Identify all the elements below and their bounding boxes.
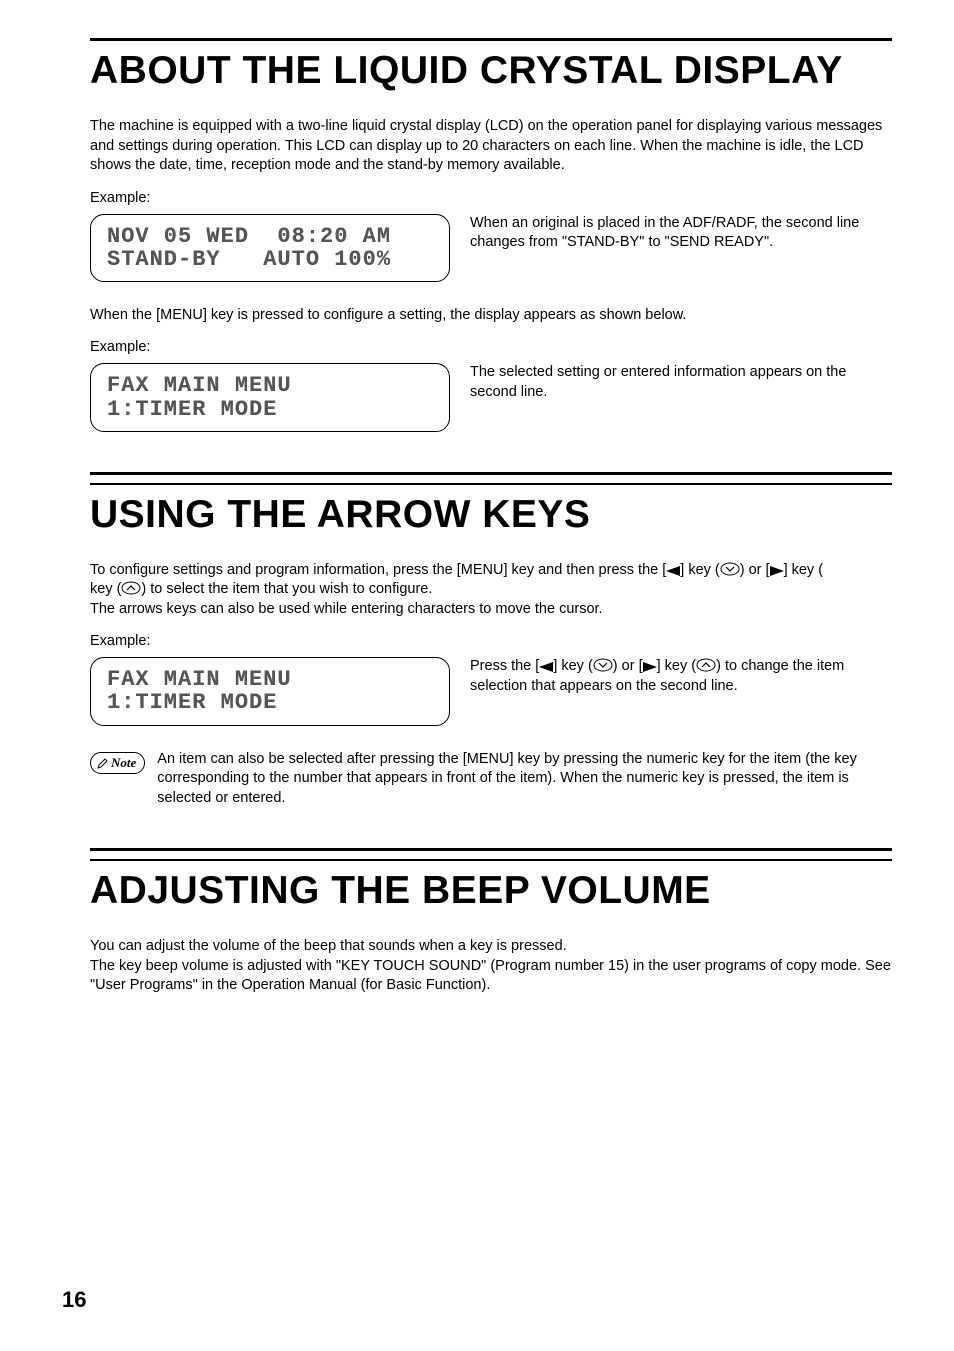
rule-3b xyxy=(90,859,892,861)
note-label: Note xyxy=(111,755,136,771)
heading-arrow-keys: USING THE ARROW KEYS xyxy=(90,493,892,537)
rule-top xyxy=(90,38,892,41)
pencil-icon xyxy=(97,757,109,769)
lcd-row-3: FAX MAIN MENU 1:TIMER MODE Press the [ ] … xyxy=(90,657,892,725)
oval-down-icon xyxy=(720,562,740,576)
beep-para1: You can adjust the volume of the beep th… xyxy=(90,937,892,957)
intro-para: The machine is equipped with a two-line … xyxy=(90,117,892,176)
example-label-1: Example: xyxy=(90,190,892,206)
lcd3-line1: FAX MAIN MENU xyxy=(107,668,433,691)
intro-pre: To configure settings and program inform… xyxy=(90,562,666,578)
oval-down-icon-2 xyxy=(593,658,613,672)
intro-post: ) to select the item that you wish to co… xyxy=(141,581,432,597)
example-label-2: Example: xyxy=(90,339,892,355)
mid-para: When the [MENU] key is pressed to config… xyxy=(90,306,892,326)
lcd2-line2: 1:TIMER MODE xyxy=(107,398,433,421)
intro-mid1: ] key ( xyxy=(680,562,719,578)
rule-2b xyxy=(90,483,892,485)
lcd3-side-text: Press the [] key () or [] key () to chan… xyxy=(470,657,892,696)
note-text: An item can also be selected after press… xyxy=(157,750,892,809)
lcd-display-1: NOV 05 WED 08:20 AM STAND-BY AUTO 100% xyxy=(90,214,450,282)
side-mid3: ] key ( xyxy=(657,658,696,674)
note-badge: Note xyxy=(90,752,145,774)
example-label-3: Example: xyxy=(90,633,892,649)
intro-line2: The arrows keys can also be used while e… xyxy=(90,601,603,617)
side-pre: Press the [ xyxy=(470,658,539,674)
lcd3-line2: 1:TIMER MODE xyxy=(107,691,433,714)
oval-up-icon xyxy=(121,581,141,595)
right-arrow-icon-2 xyxy=(643,662,657,672)
section-about-lcd: ABOUT THE LIQUID CRYSTAL DISPLAY The mac… xyxy=(90,38,892,432)
beep-para2: The key beep volume is adjusted with "KE… xyxy=(90,957,892,996)
lcd-display-3: FAX MAIN MENU 1:TIMER MODE xyxy=(90,657,450,725)
lcd1-line2: STAND-BY AUTO 100% xyxy=(107,248,433,271)
left-arrow-icon-2 xyxy=(539,662,553,672)
section-beep-volume: ADJUSTING THE BEEP VOLUME You can adjust… xyxy=(90,848,892,996)
side-mid1: ] key ( xyxy=(553,658,592,674)
heading-beep: ADJUSTING THE BEEP VOLUME xyxy=(90,869,892,913)
page-number: 16 xyxy=(62,1287,86,1313)
lcd1-line1: NOV 05 WED 08:20 AM xyxy=(107,225,433,248)
oval-up-icon-2 xyxy=(696,658,716,672)
lcd2-side-text: The selected setting or entered informat… xyxy=(470,363,892,402)
left-arrow-icon xyxy=(666,566,680,576)
lcd-row-1: NOV 05 WED 08:20 AM STAND-BY AUTO 100% W… xyxy=(90,214,892,282)
side-mid2: ) or [ xyxy=(613,658,643,674)
section-arrow-keys: USING THE ARROW KEYS To configure settin… xyxy=(90,472,892,809)
arrow-intro: To configure settings and program inform… xyxy=(90,561,892,620)
intro-key-word: key ( xyxy=(90,581,121,597)
lcd2-line1: FAX MAIN MENU xyxy=(107,374,433,397)
lcd1-side-text: When an original is placed in the ADF/RA… xyxy=(470,214,892,253)
rule-2a xyxy=(90,472,892,475)
intro-mid2: ) or [ xyxy=(740,562,770,578)
heading-about-lcd: ABOUT THE LIQUID CRYSTAL DISPLAY xyxy=(90,49,892,93)
lcd-row-2: FAX MAIN MENU 1:TIMER MODE The selected … xyxy=(90,363,892,431)
intro-mid3: ] key ( xyxy=(784,562,823,578)
note-row: Note An item can also be selected after … xyxy=(90,750,892,809)
right-arrow-icon xyxy=(770,566,784,576)
rule-3a xyxy=(90,848,892,851)
lcd-display-2: FAX MAIN MENU 1:TIMER MODE xyxy=(90,363,450,431)
